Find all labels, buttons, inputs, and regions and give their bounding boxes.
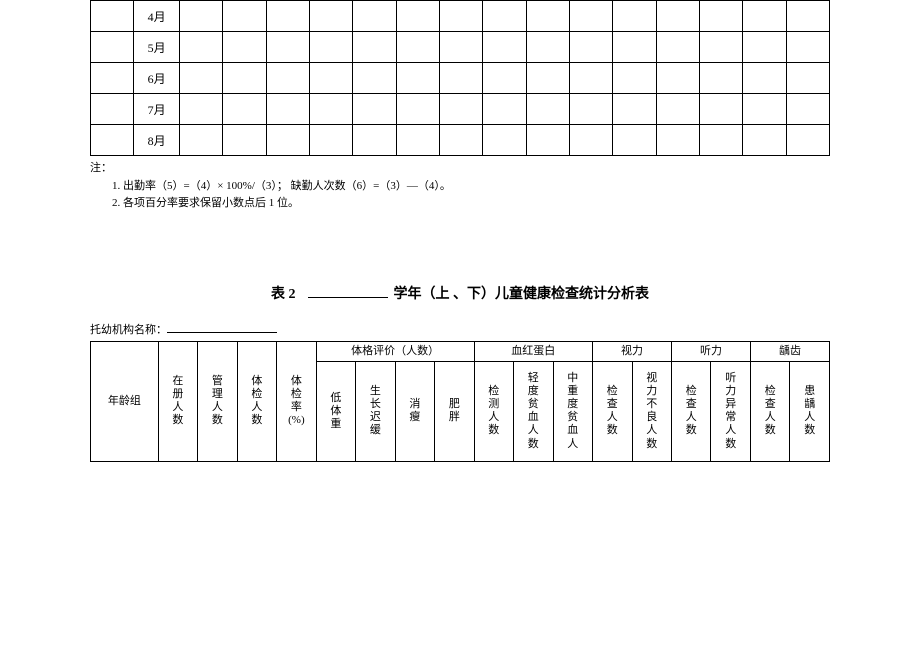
col-growth-slow: 生长迟缓 (356, 361, 395, 461)
group-physical: 体格评价（人数） (316, 341, 474, 361)
table2-title: 表 2 学年（上 、下）儿童健康检查统计分析表 (90, 283, 830, 303)
col-mild-anemia: 轻度贫血人数 (514, 361, 553, 461)
col-vision-bad: 视力不良人数 (632, 361, 671, 461)
month-label: 7月 (134, 94, 179, 125)
col-hearing-check: 检查人数 (671, 361, 710, 461)
notes-label: 注： (90, 160, 830, 178)
table-row: 7月 (91, 94, 830, 125)
col-severe-anemia: 中重度贫血人 (553, 361, 592, 461)
col-thin: 消瘦 (395, 361, 434, 461)
month-label: 6月 (134, 63, 179, 94)
table-row: 6月 (91, 63, 830, 94)
blank-org (167, 322, 277, 333)
group-vision: 视力 (593, 341, 672, 361)
empty-cell (91, 1, 134, 32)
col-obese: 肥胖 (435, 361, 474, 461)
org-name-line: 托幼机构名称： (90, 321, 830, 337)
month-table: 4月 5月 6月 7月 8月 (90, 0, 830, 156)
col-examined: 体检人数 (237, 341, 276, 461)
note-line-2: 2. 各项百分率要求保留小数点后 1 位。 (90, 195, 830, 213)
col-caries-check: 检查人数 (750, 361, 789, 461)
col-enrolled: 在册人数 (158, 341, 197, 461)
month-label: 4月 (134, 1, 179, 32)
health-stats-table: 年龄组 在册人数 管理人数 体检人数 体检率(%) 体格评价（人数） 血红蛋白 … (90, 341, 830, 462)
col-exam-rate: 体检率(%) (277, 341, 316, 461)
title-suffix: 学年（上 、下）儿童健康检查统计分析表 (394, 287, 650, 302)
title-prefix: 表 2 (271, 287, 296, 302)
note-line-1: 1. 出勤率（5）=（4）× 100%/（3）； 缺勤人次数（6）=（3）—（4… (90, 178, 830, 196)
notes-block: 注： 1. 出勤率（5）=（4）× 100%/（3）； 缺勤人次数（6）=（3）… (90, 160, 830, 213)
table-row: 8月 (91, 125, 830, 156)
blank-year (308, 284, 388, 298)
month-label: 5月 (134, 32, 179, 63)
col-low-weight: 低体重 (316, 361, 355, 461)
col-vision-check: 检查人数 (593, 361, 632, 461)
col-caries-count: 患龋人数 (790, 361, 830, 461)
col-managed: 管理人数 (198, 341, 237, 461)
col-age-group: 年龄组 (91, 341, 159, 461)
header-row-1: 年龄组 在册人数 管理人数 体检人数 体检率(%) 体格评价（人数） 血红蛋白 … (91, 341, 830, 361)
col-test-count: 检测人数 (474, 361, 513, 461)
month-label: 8月 (134, 125, 179, 156)
org-label: 托幼机构名称： (90, 324, 167, 336)
col-hearing-bad: 听力异常人数 (711, 361, 750, 461)
table-row: 4月 (91, 1, 830, 32)
group-hemoglobin: 血红蛋白 (474, 341, 592, 361)
table-row: 5月 (91, 32, 830, 63)
group-hearing: 听力 (671, 341, 750, 361)
group-caries: 龋齿 (750, 341, 829, 361)
